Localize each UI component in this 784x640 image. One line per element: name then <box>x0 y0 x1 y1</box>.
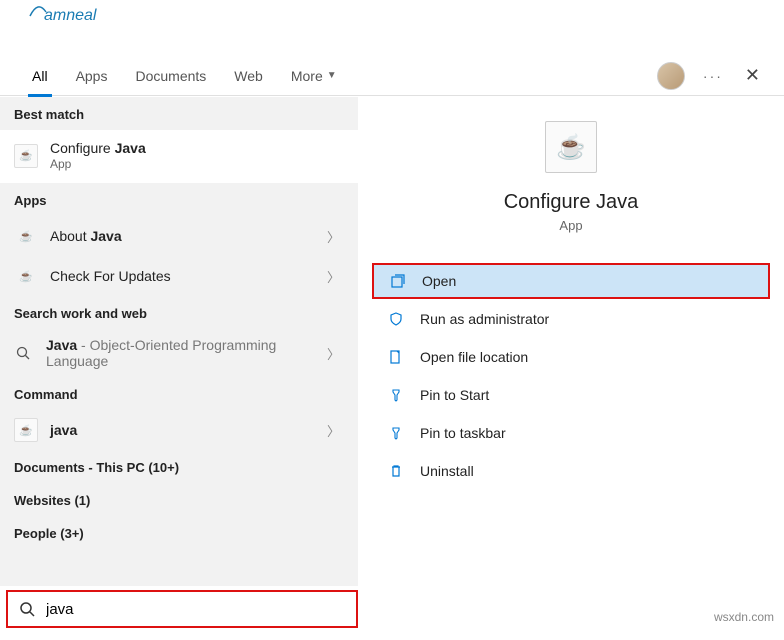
tab-documents[interactable]: Documents <box>121 56 220 96</box>
section-apps: Apps <box>0 183 358 216</box>
logo-arc-icon <box>28 4 48 18</box>
chevron-right-icon: 〉 <box>323 267 344 286</box>
java-icon: ☕ <box>14 418 38 442</box>
chevron-right-icon: 〉 <box>323 227 344 246</box>
results-panel: Best match ☕ Configure Java App Apps ☕ A… <box>0 97 358 586</box>
admin-icon <box>388 312 404 326</box>
tab-more[interactable]: More▼ <box>277 56 351 96</box>
tab-apps[interactable]: Apps <box>62 56 122 96</box>
tab-all[interactable]: All <box>18 56 62 96</box>
best-match-item[interactable]: ☕ Configure Java App <box>0 130 358 183</box>
logo: amneal <box>28 6 96 25</box>
apps-item-about[interactable]: ☕ About Java 〉 <box>0 216 358 256</box>
chevron-right-icon: 〉 <box>323 421 344 440</box>
action-pin-start[interactable]: Pin to Start <box>372 377 770 413</box>
section-search-web: Search work and web <box>0 296 358 329</box>
search-input[interactable] <box>46 601 356 618</box>
search-bar[interactable] <box>6 590 358 628</box>
content-area: Best match ☕ Configure Java App Apps ☕ A… <box>0 97 784 586</box>
command-item-java[interactable]: ☕ java 〉 <box>0 410 358 450</box>
chevron-down-icon: ▼ <box>327 70 337 81</box>
search-icon <box>8 601 46 617</box>
tabs-row: All Apps Documents Web More▼ ··· ✕ <box>0 56 784 96</box>
app-hero: ☕ Configure Java App <box>358 121 784 233</box>
tab-web[interactable]: Web <box>220 56 277 96</box>
java-icon: ☕ <box>545 121 597 173</box>
section-people[interactable]: People (3+) <box>0 516 358 549</box>
watermark: wsxdn.com <box>714 610 774 624</box>
open-icon <box>390 274 406 288</box>
java-icon: ☕ <box>14 144 38 168</box>
action-uninstall[interactable]: Uninstall <box>372 453 770 489</box>
app-title: Configure Java <box>504 191 639 214</box>
apps-item-updates[interactable]: ☕ Check For Updates 〉 <box>0 256 358 296</box>
app-sub: App <box>559 218 582 233</box>
user-avatar[interactable] <box>657 62 685 90</box>
close-button[interactable]: ✕ <box>741 61 764 90</box>
section-websites[interactable]: Websites (1) <box>0 483 358 516</box>
action-list: Open Run as administrator Open file loca… <box>358 263 784 489</box>
section-documents[interactable]: Documents - This PC (10+) <box>0 450 358 483</box>
section-best-match: Best match <box>0 97 358 130</box>
java-icon: ☕ <box>14 224 38 248</box>
detail-panel: ☕ Configure Java App Open Run as adminis… <box>358 97 784 586</box>
action-run-admin[interactable]: Run as administrator <box>372 301 770 337</box>
trash-icon <box>388 464 404 478</box>
folder-icon <box>388 350 404 364</box>
action-open[interactable]: Open <box>372 263 770 299</box>
web-item-java[interactable]: Java - Object-Oriented Programming Langu… <box>0 329 358 377</box>
tabs-right: ··· ✕ <box>657 61 784 90</box>
pin-icon <box>388 388 404 402</box>
action-open-location[interactable]: Open file location <box>372 339 770 375</box>
action-pin-taskbar[interactable]: Pin to taskbar <box>372 415 770 451</box>
search-icon <box>14 344 32 362</box>
logo-text: amneal <box>44 7 96 24</box>
java-icon: ☕ <box>14 264 38 288</box>
result-text: Configure Java App <box>50 140 344 171</box>
more-options-button[interactable]: ··· <box>703 68 723 84</box>
pin-icon <box>388 426 404 440</box>
section-command: Command <box>0 377 358 410</box>
chevron-right-icon: 〉 <box>323 344 344 363</box>
